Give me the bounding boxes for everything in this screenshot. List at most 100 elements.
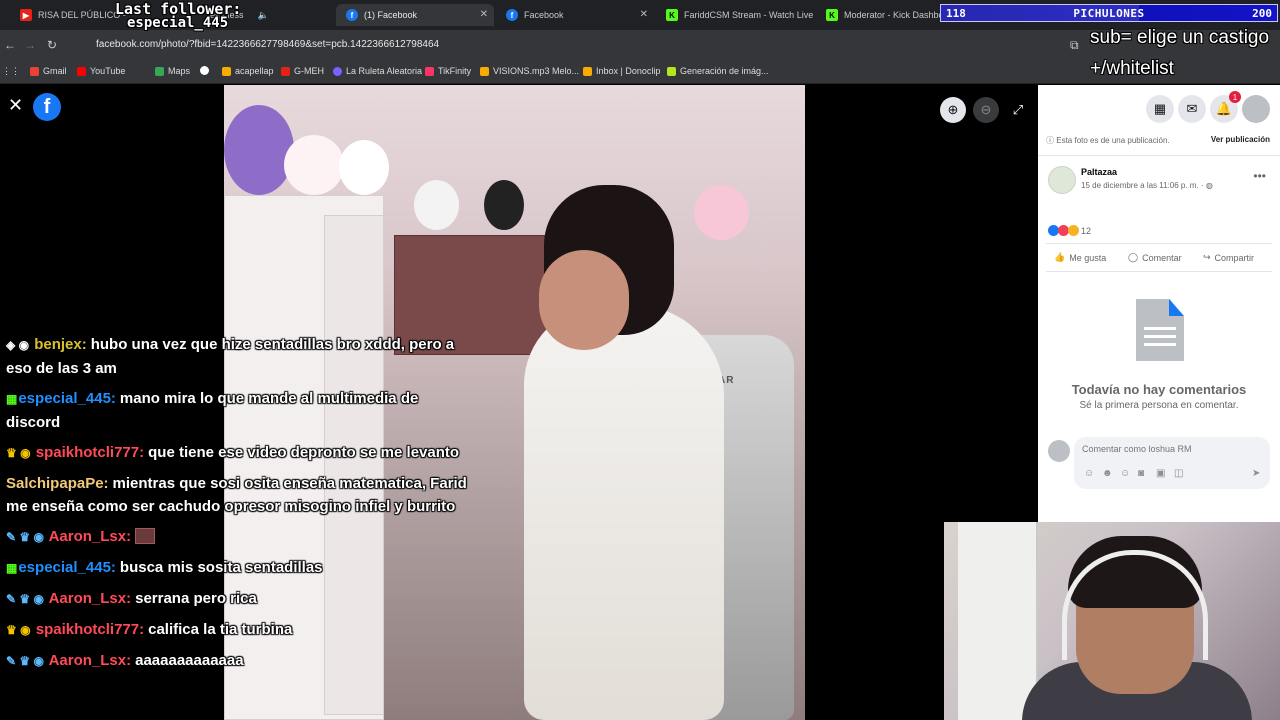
forward-icon[interactable]: → <box>24 38 36 52</box>
chat-message: ✎ ♛ ◉ Aaron_Lsx: aaaaaaaaaaaaa <box>6 649 476 673</box>
bookmark-label: Gmail <box>43 66 67 76</box>
bookmark-google[interactable] <box>200 66 213 75</box>
avatar-sticker-icon[interactable]: ☺ <box>1084 468 1094 479</box>
chat-username: especial_445: <box>18 559 116 576</box>
tab-kick-dashboard[interactable]: K Moderator - Kick Dashboard <box>816 4 940 26</box>
comment-button[interactable]: ◯ Comentar <box>1128 252 1182 263</box>
speaker-icon[interactable]: 🔈 <box>258 10 269 21</box>
bookmark-label: Inbox | Donoclip <box>596 66 661 76</box>
bookmark-label: YouTube <box>90 66 126 76</box>
comment-bubble-icon: ◯ <box>1128 252 1139 262</box>
chat-badges: ▦ <box>6 392 18 406</box>
like-button[interactable]: 👍 Me gusta <box>1054 252 1106 263</box>
chat-message: ♛ ◉ spaikhotcli777: que tiene ese video d… <box>6 441 476 465</box>
commenter-avatar[interactable] <box>1048 440 1070 462</box>
sticker-icon[interactable]: ◫ <box>1174 468 1183 479</box>
chat-text: serrana pero rica <box>135 590 257 607</box>
apps-grid-icon[interactable]: ⋮⋮ <box>2 66 20 77</box>
see-post-link[interactable]: Ver publicación <box>1211 135 1270 144</box>
chat-message: SalchipapaPe: mientras que sosi osita ens… <box>6 472 476 518</box>
youtube-icon <box>281 66 290 76</box>
bookmark-youtube[interactable]: YouTube <box>77 66 125 76</box>
bookmark-acapellap[interactable]: acapellap <box>222 66 274 76</box>
notice-text: Esta foto es de una publicación. <box>1056 136 1170 145</box>
reload-icon[interactable]: ↻ <box>47 38 57 52</box>
comment-composer[interactable]: ☺ ☻ ☺ ◙ ▣ ◫ ➤ <box>1074 437 1270 489</box>
tab-facebook[interactable]: f Facebook ✕ <box>496 4 654 26</box>
chat-badges: ▦ <box>6 561 18 575</box>
send-icon[interactable]: ➤ <box>1252 468 1260 479</box>
public-globe-icon: ◍ <box>1205 181 1213 190</box>
plush-toy <box>284 135 344 195</box>
chat-badges: ♛ ◉ <box>6 623 31 637</box>
haha-reaction-icon <box>1068 225 1079 236</box>
reactions-summary[interactable]: 12 <box>1048 225 1091 236</box>
folder-icon <box>583 66 592 76</box>
bookmark-maps[interactable]: Maps <box>155 66 190 76</box>
url-text: facebook.com/photo/?fbid=142236662779846… <box>96 39 440 50</box>
chat-username: especial_445: <box>18 390 116 407</box>
plush-toy <box>414 180 459 230</box>
tab-title: RISA DEL PÚBLICO - <box>38 10 126 20</box>
plush-toy <box>339 140 389 195</box>
bookmark-tikfinity[interactable]: TikFinity <box>425 66 471 76</box>
messenger-icon[interactable]: ✉ <box>1178 95 1206 123</box>
share-label: Compartir <box>1214 252 1255 263</box>
zoom-in-icon[interactable]: ⊕ <box>940 97 966 123</box>
back-icon[interactable]: ← <box>4 38 16 52</box>
gif-icon[interactable]: ▣ <box>1156 468 1165 479</box>
close-tab-icon[interactable]: ✕ <box>640 9 648 20</box>
camera-icon[interactable]: ◙ <box>1138 468 1144 479</box>
bookmark-visions[interactable]: VISIONS.mp3 Melo... <box>480 66 579 76</box>
chat-text: busca mis sosita sentadillas <box>119 559 323 576</box>
sub-command-line: sub= elige un castigo <box>1090 27 1270 48</box>
menu-grid-icon[interactable]: ▦ <box>1146 95 1174 123</box>
bookmark-generacion[interactable]: Generación de imág... <box>667 66 769 76</box>
page-name[interactable]: Paltazaa <box>1081 167 1117 177</box>
post-date[interactable]: 15 de diciembre a las 11:06 p. m. · ◍ <box>1081 181 1213 190</box>
like-label: Me gusta <box>1069 252 1107 263</box>
profile-avatar[interactable] <box>1242 95 1270 123</box>
notifications-icon[interactable]: 🔔 1 <box>1210 91 1241 123</box>
person-body <box>524 305 724 720</box>
comment-input[interactable] <box>1082 444 1262 454</box>
install-app-icon[interactable]: ⧉ <box>1070 38 1079 53</box>
chat-username: Aaron_Lsx: <box>48 528 132 545</box>
smiley-icon[interactable]: ☺ <box>1120 468 1130 479</box>
tab-kick-stream[interactable]: K FariddCSM Stream - Watch Live <box>656 4 814 26</box>
close-tab-icon[interactable]: ✕ <box>480 9 488 20</box>
ai-icon <box>667 66 676 76</box>
zoom-out-icon[interactable]: ⊖ <box>973 97 999 123</box>
plush-toy <box>694 185 749 240</box>
tab-title: Moderator - Kick Dashboard <box>844 10 940 20</box>
emoji-icon[interactable]: ☻ <box>1102 468 1113 479</box>
bookmark-donoclip[interactable]: Inbox | Donoclip <box>583 66 660 76</box>
more-options-icon[interactable]: ••• <box>1253 169 1266 183</box>
divider <box>1046 243 1272 244</box>
bookmark-gmail[interactable]: Gmail <box>30 66 67 76</box>
chat-message: ◈ ◉ benjex: hubo una vez que hize sentadi… <box>6 333 476 380</box>
bookmark-label: Generación de imág... <box>680 66 769 76</box>
notification-badge: 1 <box>1229 91 1241 103</box>
goal-target: 200 <box>1252 6 1272 20</box>
page-avatar[interactable] <box>1048 166 1076 194</box>
chat-username: Aaron_Lsx: <box>48 652 132 669</box>
stream-chat-overlay: ◈ ◉ benjex: hubo una vez que hize sentadi… <box>6 333 476 680</box>
fullscreen-icon[interactable]: ⤢ <box>1005 97 1031 123</box>
tab-facebook-active[interactable]: f (1) Facebook ✕ <box>336 4 494 26</box>
doc-line <box>1144 335 1176 338</box>
bookmark-gmeh[interactable]: G-MEH <box>281 66 324 76</box>
chat-username: Aaron_Lsx: <box>48 590 132 607</box>
sub-command-overlay: sub= elige un castigo +/whitelist <box>1090 22 1269 84</box>
folder-icon <box>480 66 489 76</box>
bookmark-label: Maps <box>168 66 191 76</box>
share-button[interactable]: ↪ Compartir <box>1203 252 1254 263</box>
bookmark-ruleta[interactable]: La Ruleta Aleatoria <box>333 66 422 76</box>
thumbs-up-icon: 👍 <box>1054 252 1066 262</box>
facebook-logo-icon[interactable]: f <box>33 93 61 121</box>
be-first-text: Sé la primera persona en comentar. <box>1079 400 1239 411</box>
chat-username: spaikhotcli777: <box>35 444 145 461</box>
chat-badges: ♛ ◉ <box>6 446 31 460</box>
close-icon[interactable]: ✕ <box>8 95 23 116</box>
url-field[interactable]: facebook.com/photo/?fbid=142236662779846… <box>76 35 1086 55</box>
